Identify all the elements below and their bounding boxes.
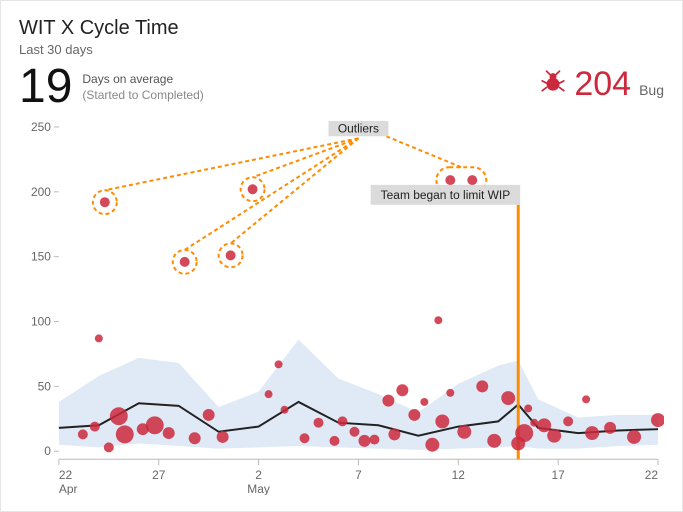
- x-tick-month: Apr: [59, 482, 78, 495]
- data-point: [457, 425, 471, 439]
- data-point: [585, 426, 599, 440]
- outliers-label: Outliers: [338, 121, 379, 135]
- data-point: [467, 175, 477, 185]
- data-point: [78, 429, 88, 439]
- data-point: [604, 422, 616, 434]
- data-point: [100, 197, 110, 207]
- y-tick-label: 150: [31, 250, 51, 264]
- x-tick-label: 17: [552, 468, 566, 482]
- data-point: [396, 384, 408, 396]
- data-point: [369, 435, 379, 445]
- data-point: [388, 428, 400, 440]
- data-point: [501, 391, 515, 405]
- header-row: 19 Days on average (Started to Completed…: [19, 63, 664, 111]
- bug-label: Bug: [639, 82, 664, 98]
- x-tick-label: 2: [255, 468, 262, 482]
- data-point: [275, 360, 283, 368]
- y-tick-label: 100: [31, 315, 51, 329]
- data-point: [434, 316, 442, 324]
- data-point: [582, 395, 590, 403]
- data-point: [425, 438, 439, 452]
- average-caption-line1: Days on average: [82, 71, 203, 87]
- data-point: [180, 257, 190, 267]
- x-tick-month: May: [247, 482, 270, 495]
- data-point: [116, 425, 134, 443]
- x-tick-label: 27: [152, 468, 166, 482]
- data-point: [435, 414, 449, 428]
- data-point: [476, 380, 488, 392]
- data-point: [408, 409, 420, 421]
- data-point: [627, 430, 641, 444]
- data-point: [203, 409, 215, 421]
- data-point: [90, 422, 100, 432]
- data-point: [226, 250, 236, 260]
- data-point: [104, 442, 114, 452]
- y-tick-label: 0: [44, 444, 51, 458]
- x-tick-label: 7: [355, 468, 362, 482]
- data-point: [515, 424, 533, 442]
- data-point: [382, 395, 394, 407]
- bug-icon: [540, 69, 566, 95]
- average-caption: Days on average (Started to Completed): [82, 71, 203, 103]
- y-tick-label: 200: [31, 185, 51, 199]
- data-point: [163, 427, 175, 439]
- data-point: [110, 407, 128, 425]
- data-point: [314, 418, 324, 428]
- bug-count: 204: [574, 67, 631, 101]
- x-tick-label: 22: [645, 468, 659, 482]
- page-title: WIT X Cycle Time: [19, 17, 664, 40]
- outlier-connector: [105, 138, 359, 190]
- data-point: [563, 416, 573, 426]
- data-point: [530, 419, 538, 427]
- outlier-connector: [386, 136, 461, 167]
- outlier-connector: [185, 138, 359, 250]
- outlier-connector: [253, 138, 359, 177]
- data-point: [265, 390, 273, 398]
- data-point: [420, 398, 428, 406]
- cycle-time-card: WIT X Cycle Time Last 30 days 19 Days on…: [0, 0, 683, 512]
- data-point: [537, 418, 551, 432]
- data-point: [445, 175, 455, 185]
- average-value: 19: [19, 63, 72, 111]
- data-point: [329, 436, 339, 446]
- data-point: [337, 416, 347, 426]
- data-point: [524, 404, 532, 412]
- y-tick-label: 50: [38, 379, 52, 393]
- data-point: [217, 431, 229, 443]
- average-caption-line2: (Started to Completed): [82, 87, 203, 103]
- data-point: [95, 334, 103, 342]
- data-point: [146, 416, 164, 434]
- page-subtitle: Last 30 days: [19, 42, 664, 57]
- data-point: [300, 433, 310, 443]
- data-point: [358, 435, 370, 447]
- data-point: [349, 427, 359, 437]
- chart-area: 05010015020025022Apr272May7121722Outlier…: [19, 121, 664, 495]
- data-point: [487, 434, 501, 448]
- data-point: [189, 432, 201, 444]
- y-tick-label: 250: [31, 121, 51, 134]
- data-point: [446, 389, 454, 397]
- data-point: [248, 184, 258, 194]
- average-block: 19 Days on average (Started to Completed…: [19, 63, 204, 111]
- cycle-time-chart: 05010015020025022Apr272May7121722Outlier…: [19, 121, 664, 495]
- data-point: [281, 406, 289, 414]
- bug-summary: 204 Bug: [540, 67, 664, 101]
- wip-label: Team began to limit WIP: [381, 188, 511, 202]
- x-tick-label: 22: [59, 468, 73, 482]
- data-point: [547, 429, 561, 443]
- x-tick-label: 12: [452, 468, 466, 482]
